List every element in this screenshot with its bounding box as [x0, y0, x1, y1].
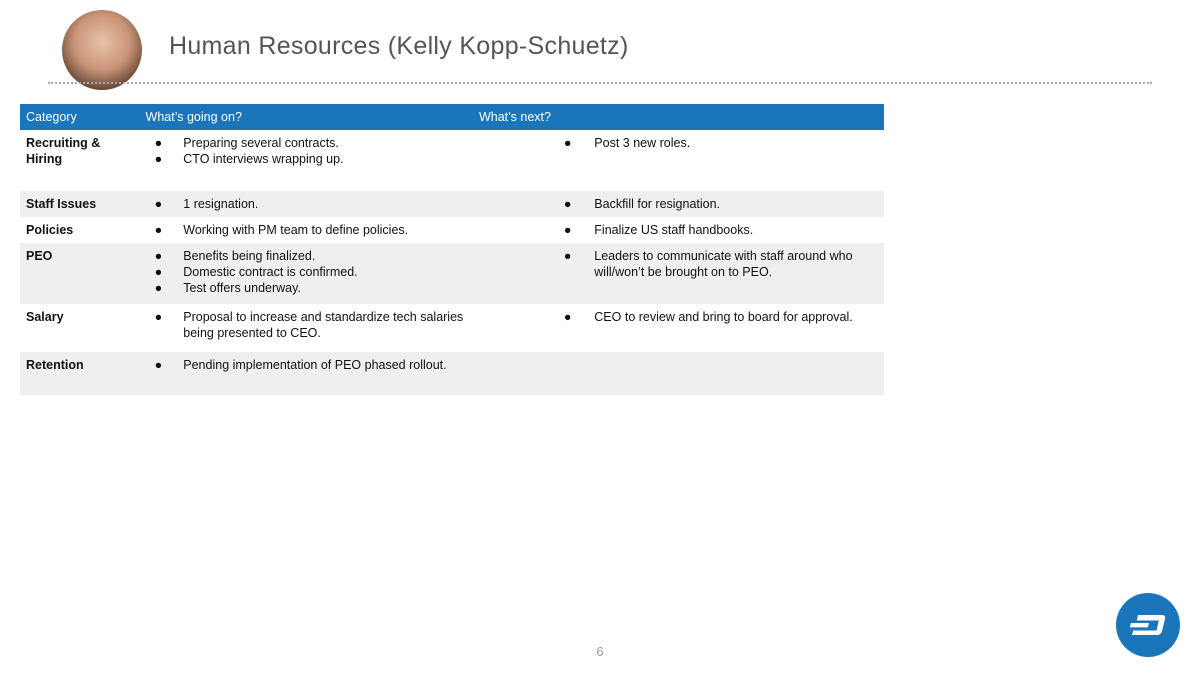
next-cell: Backfill for resignation. [588, 191, 884, 217]
next-item: Finalize US staff handbooks. [594, 223, 754, 237]
category-label: Policies [26, 223, 74, 237]
bullet-icon: ● [563, 310, 572, 324]
going-on-item: Domestic contract is confirmed. [183, 265, 358, 279]
going-on-bullets: ● ● ● [139, 243, 178, 304]
category-cell: PEO [20, 243, 140, 304]
dash-logo-glyph-icon [1129, 615, 1166, 635]
bullet-icon: ● [154, 281, 163, 295]
bullet-icon: ● [154, 152, 163, 166]
category-label: Hiring [26, 152, 63, 166]
going-on-item: Working with PM team to define policies. [183, 223, 409, 237]
bullet-icon: ● [563, 249, 572, 263]
category-label: Retention [26, 358, 84, 372]
category-label: Staff Issues [26, 197, 97, 211]
table-row: Policies ● Working with PM team to define … [20, 217, 884, 243]
table-row: PEO ● ● ● Benefits being finalized. Domestic … [20, 243, 884, 304]
going-on-cell: Working with PM team to define policies. [177, 217, 473, 243]
going-on-item: Benefits being finalized. [183, 249, 316, 263]
category-label: Recruiting & [26, 136, 101, 150]
table-row: Recruiting & Hiring ● ● Preparing several co… [20, 130, 884, 191]
next-cell: Finalize US staff handbooks. [588, 217, 884, 243]
going-on-item: Proposal to increase and standardize tec… [183, 310, 464, 340]
column-header-going-on: What’s going on? [139, 104, 473, 130]
bullet-icon: ● [154, 223, 163, 237]
table-header-row: Category What’s going on? What’s next? [20, 104, 884, 130]
next-cell: Post 3 new roles. [588, 130, 884, 191]
hr-status-table: Category What’s going on? What’s next? R… [20, 104, 884, 395]
next-cell [588, 352, 884, 395]
bullet-icon: ● [563, 136, 572, 150]
table-row: Retention ● Pending implementation of PEO … [20, 352, 884, 395]
next-item: Backfill for resignation. [594, 197, 721, 211]
page-title: Human Resources (Kelly Kopp-Schuetz) [169, 32, 629, 60]
bullet-icon: ● [563, 197, 572, 211]
bullet-icon: ● [154, 265, 163, 279]
next-item: Leaders to communicate with staff around… [594, 249, 853, 279]
next-cell: CEO to review and bring to board for app… [588, 304, 884, 352]
going-on-bullets: ● ● [140, 130, 178, 191]
next-cell: Leaders to communicate with staff around… [588, 243, 884, 304]
next-bullets: ● [472, 191, 589, 217]
going-on-item: 1 resignation. [183, 197, 259, 211]
going-on-cell: Benefits being finalized. Domestic contra… [177, 243, 473, 304]
next-item: Post 3 new roles. [594, 136, 691, 150]
dotted-divider [48, 82, 1152, 84]
category-cell: Staff Issues [20, 191, 140, 217]
category-label: Salary [26, 310, 64, 324]
next-bullets: ● [473, 304, 588, 352]
column-header-category: Category [20, 104, 140, 130]
bullet-icon: ● [563, 223, 572, 237]
next-bullets: ● [473, 130, 588, 191]
bullet-icon: ● [154, 358, 163, 372]
next-bullets: ● [473, 217, 588, 243]
category-cell: Retention [20, 352, 140, 395]
going-on-cell: Proposal to increase and standardize tec… [177, 304, 473, 352]
category-cell: Policies [20, 217, 140, 243]
going-on-bullets: ● [139, 191, 178, 217]
table-row: Staff Issues ● 1 resignation. ● Backfill for… [20, 191, 884, 217]
going-on-bullets: ● [139, 352, 178, 395]
going-on-item: Pending implementation of PEO phased rol… [183, 358, 447, 372]
presenter-avatar [62, 10, 142, 90]
bullet-icon: ● [154, 197, 163, 211]
going-on-item: Test offers underway. [183, 281, 301, 295]
going-on-cell: Preparing several contracts. CTO intervie… [177, 130, 473, 191]
bullet-icon: ● [154, 249, 163, 263]
category-label: PEO [26, 249, 53, 263]
table-row: Salary ● Proposal to increase and standard… [20, 304, 884, 352]
going-on-cell: 1 resignation. [177, 191, 473, 217]
category-cell: Recruiting & Hiring [20, 130, 140, 191]
column-header-next: What’s next? [472, 104, 884, 130]
next-bullets: ● [472, 243, 589, 304]
dash-logo-icon [1116, 593, 1180, 657]
going-on-cell: Pending implementation of PEO phased rol… [177, 352, 473, 395]
bullet-icon: ● [154, 136, 163, 150]
bullet-icon: ● [154, 310, 163, 324]
next-bullets [472, 352, 589, 395]
next-item: CEO to review and bring to board for app… [594, 310, 853, 324]
category-cell: Salary [20, 304, 140, 352]
going-on-item: CTO interviews wrapping up. [183, 152, 344, 166]
going-on-bullets: ● [140, 217, 178, 243]
going-on-bullets: ● [140, 304, 178, 352]
going-on-item: Preparing several contracts. [183, 136, 339, 150]
page-number: 6 [596, 644, 604, 659]
